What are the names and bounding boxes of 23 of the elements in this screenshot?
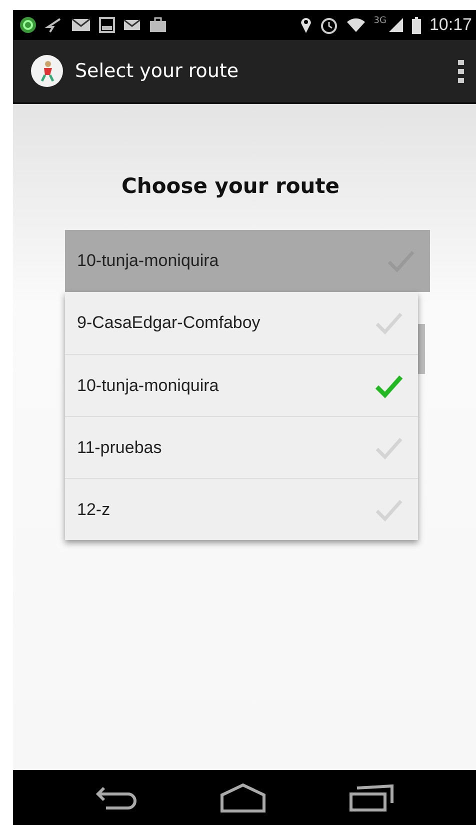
route-option[interactable]: 12-z (65, 478, 418, 540)
image-icon (99, 17, 115, 33)
network-type: 3G (374, 16, 386, 26)
route-option[interactable]: 10-tunja-moniquira (65, 354, 418, 416)
app-notification-icon (19, 16, 37, 34)
scrollbar (418, 324, 425, 374)
mail-icon (71, 18, 91, 32)
route-option[interactable]: 9-CasaEdgar-Comfaboy (65, 292, 418, 354)
app-title: Select your route (75, 60, 240, 82)
clock-time: 10:17 (429, 15, 472, 35)
page-heading: Choose your route (121, 174, 341, 198)
signal-icon (388, 17, 404, 33)
alarm-icon (320, 16, 338, 34)
overflow-menu-icon[interactable] (458, 59, 464, 83)
mail-icon (123, 19, 141, 31)
route-dropdown[interactable]: 10-tunja-moniquira (65, 230, 430, 292)
briefcase-icon (149, 17, 167, 33)
location-icon (300, 16, 312, 34)
app-logo[interactable] (31, 55, 63, 87)
wifi-icon (346, 17, 366, 33)
route-option[interactable]: 11-pruebas (65, 416, 418, 478)
figure-icon (38, 60, 56, 82)
battery-icon (412, 16, 422, 34)
